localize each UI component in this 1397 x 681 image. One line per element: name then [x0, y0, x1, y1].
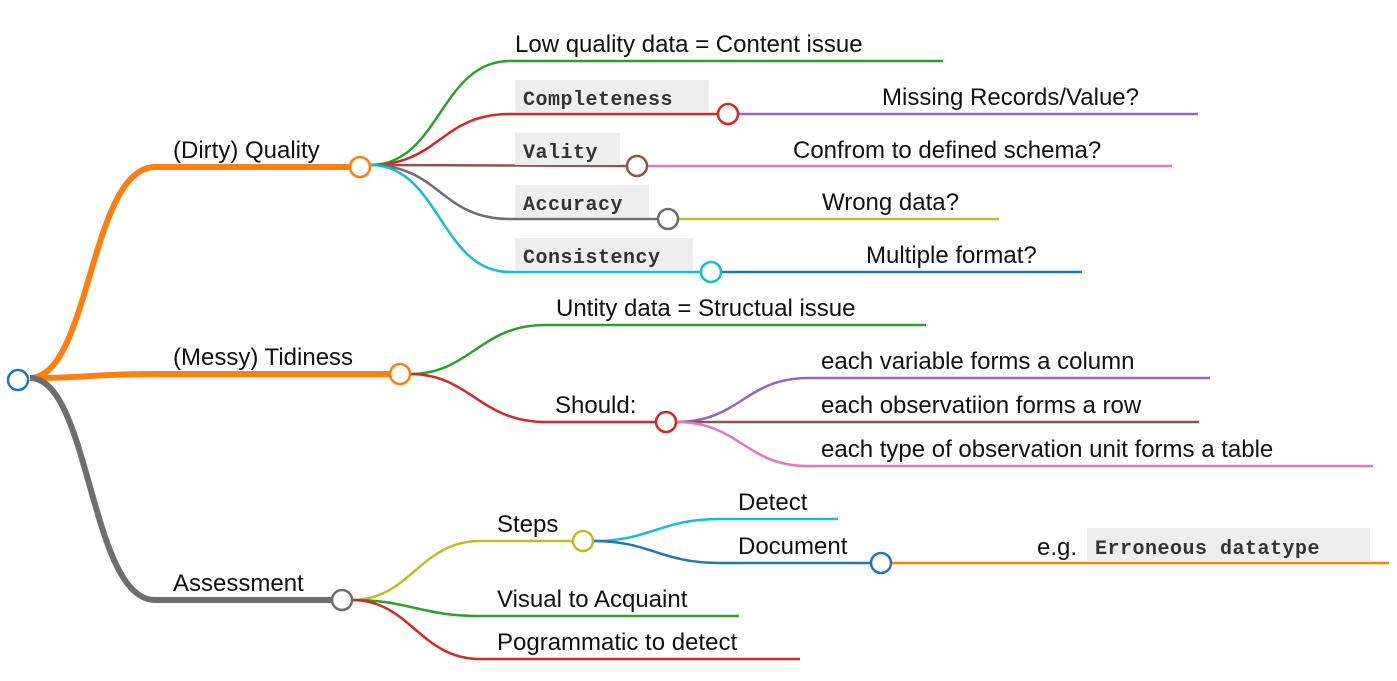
- accuracy-node-toggle[interactable]: [656, 207, 680, 231]
- node-accuracy-code: Accuracy: [523, 194, 623, 217]
- node-visual-label: Visual to Acquaint: [497, 586, 688, 613]
- root-node-toggle[interactable]: [6, 368, 30, 392]
- node-example-prefix: e.g.: [1037, 534, 1077, 561]
- node-structural-issue: Untity data = Structual issue: [556, 295, 855, 322]
- node-programmatic-label: Pogrammatic to detect: [497, 629, 737, 656]
- steps-node-toggle[interactable]: [571, 529, 595, 553]
- edge-root-tidiness: [29, 371, 400, 381]
- node-assessment-label: Assessment: [173, 570, 304, 597]
- node-detect-label: Detect: [738, 489, 808, 516]
- node-should-rule-3: each type of observation unit forms a ta…: [821, 436, 1273, 463]
- node-consistency-code: Consistency: [523, 247, 661, 270]
- vality-node-toggle[interactable]: [625, 154, 649, 178]
- node-vality-code: Vality: [523, 142, 598, 165]
- node-consistency-question: Multiple format?: [866, 242, 1037, 269]
- assessment-node-toggle[interactable]: [330, 588, 354, 612]
- document-node-toggle[interactable]: [869, 551, 893, 575]
- node-should-rule-2: each observatiion forms a row: [821, 392, 1142, 419]
- node-vality-question: Confrom to defined schema?: [793, 137, 1101, 164]
- node-should-label: Should:: [555, 392, 636, 419]
- node-should-rule-1: each variable forms a column: [821, 348, 1134, 375]
- tidiness-node-toggle[interactable]: [388, 362, 412, 386]
- node-completeness-code: Completeness: [523, 89, 673, 112]
- should-node-toggle[interactable]: [654, 410, 678, 434]
- node-completeness-question: Missing Records/Value?: [882, 84, 1139, 111]
- node-steps-label: Steps: [497, 511, 558, 538]
- node-tidiness-label: (Messy) Tidiness: [173, 344, 353, 371]
- node-document-label: Document: [738, 533, 848, 560]
- edge-root-assessment: [29, 375, 342, 603]
- completeness-node-toggle[interactable]: [716, 102, 740, 126]
- consistency-node-toggle[interactable]: [699, 260, 723, 284]
- node-accuracy-question: Wrong data?: [822, 189, 959, 216]
- mind-map: (Dirty) Quality Low quality data = Conte…: [6, 31, 1389, 661]
- quality-node-toggle[interactable]: [348, 155, 372, 179]
- node-example-code: Erroneous datatype: [1095, 538, 1320, 561]
- node-quality-label: (Dirty) Quality: [173, 137, 320, 164]
- edge-quality-vality: [369, 163, 628, 168]
- node-content-issue: Low quality data = Content issue: [515, 31, 863, 58]
